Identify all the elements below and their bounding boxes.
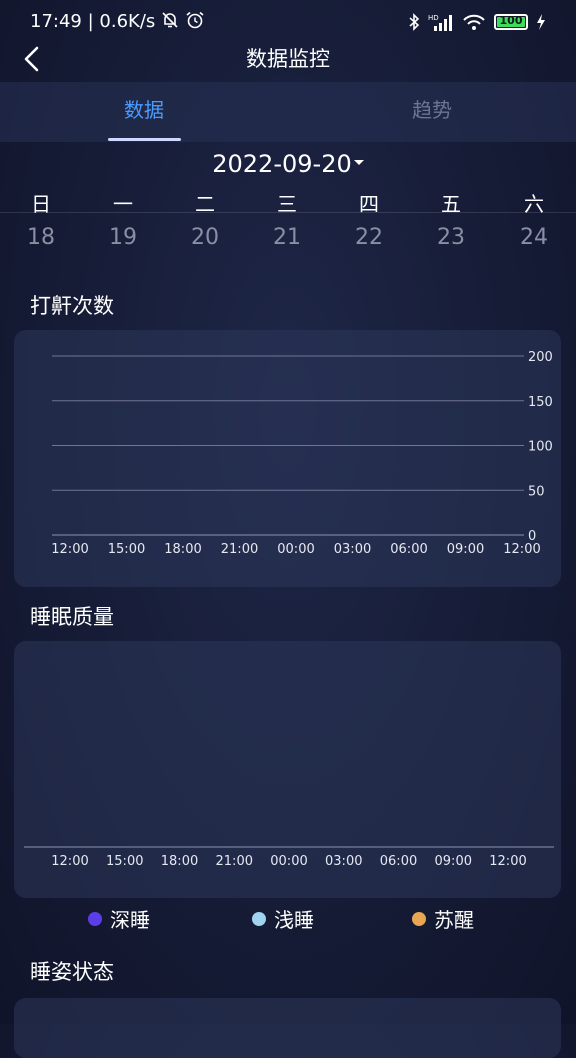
x-tick-label: 09:00 [435,854,472,869]
charging-icon [537,14,545,30]
day-number-row: 18 19 20 21 22 23 24 [0,225,576,255]
day-number[interactable]: 18 [21,225,61,250]
legend-item-deep-sleep: 深睡 [88,904,150,933]
x-tick-label: 03:00 [334,542,371,557]
x-tick-label: 21:00 [221,542,258,557]
status-separator: | [87,11,94,32]
snore-chart: 20015010050012:00 15:00 18:00 21:00 00:00 03:… [51,350,553,557]
day-number[interactable]: 23 [431,225,471,250]
weekday-header: 日 一 二 三 四 五 六 [0,188,576,216]
weekday-label: 日 [31,192,51,216]
x-tick-label: 15:00 [106,854,143,869]
x-tick-label: 12:00 [51,542,88,557]
weekday-label: 四 [359,192,379,216]
sleep-posture-card [14,998,561,1058]
weekday-label: 二 [195,192,215,216]
status-time: 17:49 [30,11,82,32]
weekday-label: 一 [113,192,133,216]
legend-label: 苏醒 [434,908,474,932]
bluetooth-icon [409,13,420,31]
y-tick-label: 100 [528,440,553,455]
mute-bell-icon [162,12,178,28]
day-number[interactable]: 22 [349,225,389,250]
tab-bar: 数据 趋势 [0,82,576,142]
legend-item-light-sleep: 浅睡 [252,904,314,933]
status-bar: 17:49 | 0.6K/s HD 100 [0,0,576,44]
status-left: 17:49 | 0.6K/s [30,11,205,32]
legend-dot [412,911,426,926]
status-network-speed: 0.6K/s [99,11,156,32]
x-tick-label: 09:00 [447,542,484,557]
x-tick-label: 12:00 [503,542,540,557]
day-number[interactable]: 19 [103,225,143,250]
alarm-icon [186,11,204,29]
x-tick-label: 06:00 [380,854,417,869]
x-tick-label: 21:00 [216,854,253,869]
tab-trend[interactable]: 趋势 [352,82,512,142]
weekday-label: 三 [277,192,297,216]
y-tick-label: 200 [528,350,553,365]
page-title: 数据监控 [246,47,330,71]
snore-section-title: 打鼾次数 [30,294,114,318]
weekday-label: 六 [524,192,544,216]
signal-icon: HD [428,14,452,31]
legend-dot [252,911,266,926]
legend-dot [88,911,102,926]
legend-label: 深睡 [110,908,150,932]
status-right: HD 100 [408,11,546,33]
legend-label: 浅睡 [274,908,314,932]
legend-item-awake: 苏醒 [412,904,474,933]
tab-active-indicator [108,138,181,141]
battery-icon: 100 [494,14,528,30]
x-tick-label: 18:00 [161,854,198,869]
x-tick-label: 18:00 [164,542,201,557]
tab-data[interactable]: 数据 [64,82,224,142]
sleep-quality-section-title: 睡眠质量 [30,605,114,629]
sleep-quality-chart-card: 12:00 15:00 18:00 21:00 00:00 03:00 06:00 09:00… [14,641,561,898]
x-tick-label: 15:00 [108,542,145,557]
day-number[interactable]: 21 [267,225,307,250]
x-tick-label: 12:00 [51,854,88,869]
svg-text:HD: HD [428,14,439,22]
x-tick-label: 06:00 [390,542,427,557]
x-tick-label: 00:00 [270,854,307,869]
caret-down-icon [353,159,364,165]
day-number[interactable]: 24 [514,225,554,250]
x-tick-label: 00:00 [277,542,314,557]
x-tick-label: 12:00 [489,854,526,869]
weekday-label: 五 [441,192,461,216]
wifi-icon [463,14,485,30]
sleep-quality-chart: 12:00 15:00 18:00 21:00 00:00 03:00 06:00 09:00… [24,846,554,869]
sleep-quality-legend: 深睡 浅睡 苏醒 [0,904,576,934]
battery-text: 100 [499,14,523,27]
snore-chart-card: 200 150 100 50 0 12:00 15:00 18:00 21:00 00:00 03:… [14,330,561,587]
x-tick-label: 03:00 [325,854,362,869]
sleep-posture-section-title: 睡姿状态 [30,960,114,984]
date-picker[interactable]: 2022-09-20 [0,150,576,178]
nav-bar: 数据监控 [0,44,576,82]
y-tick-label: 150 [528,395,553,410]
y-tick-label: 50 [528,484,545,499]
day-number[interactable]: 20 [185,225,225,250]
date-picker-value: 2022-09-20 [212,150,352,178]
